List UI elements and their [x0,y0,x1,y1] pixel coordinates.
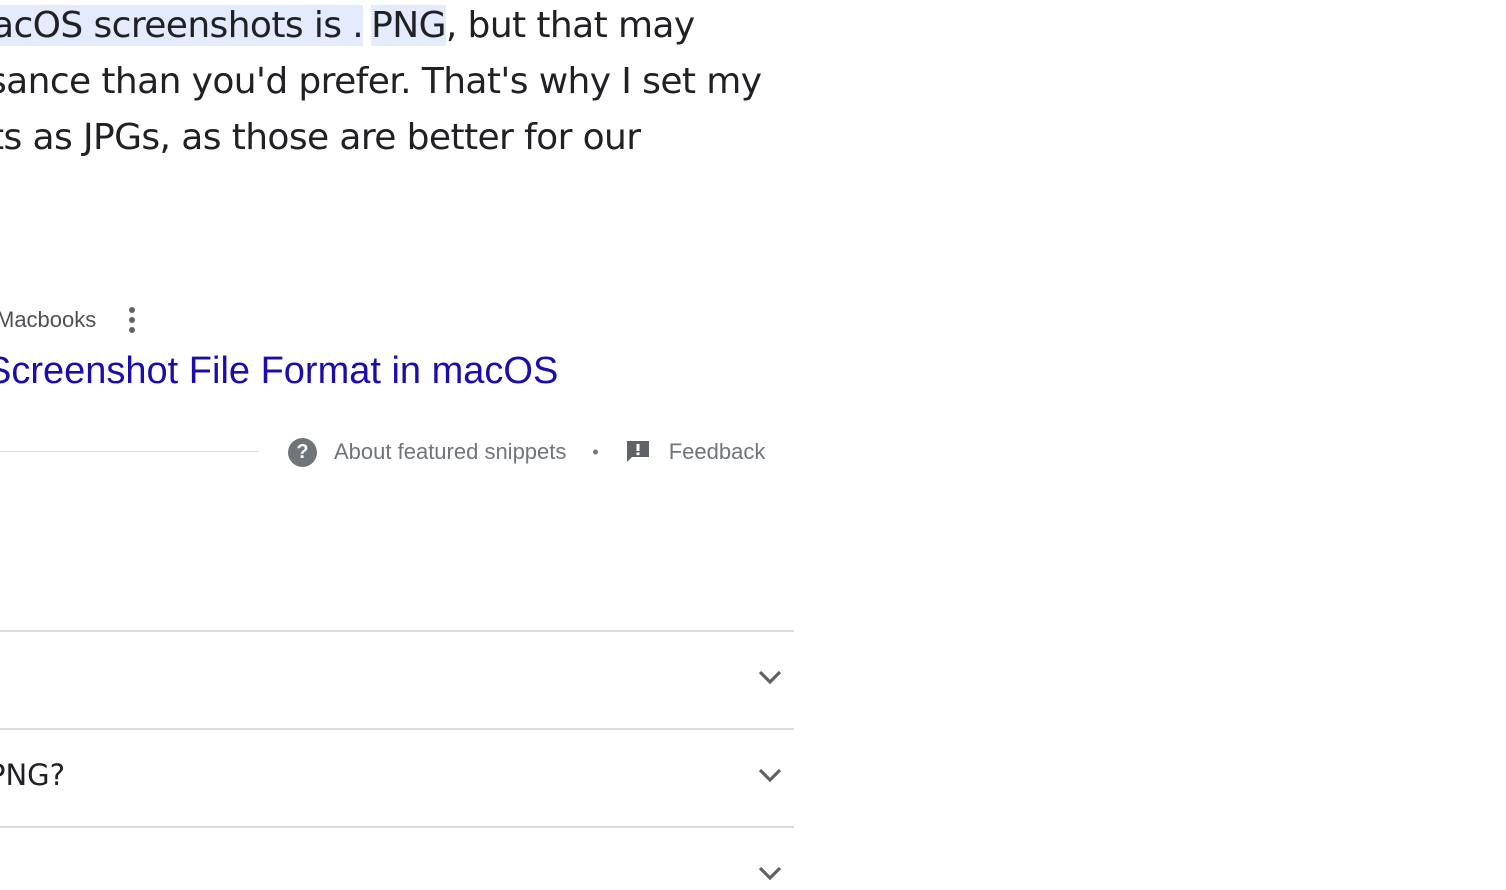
result-title-link[interactable]: Screenshot File Format in macOS [0,350,558,393]
source-name[interactable]: Macbooks [0,307,96,333]
related-question-2[interactable]: PNG? [0,728,794,825]
result-source: Macbooks [0,300,142,340]
snippet-line-1-rest: , but that may [445,5,695,46]
snippet-footer: ? About featured snippets • Feedback [288,436,765,468]
about-featured-snippets-link[interactable]: About featured snippets [334,439,566,465]
help-icon[interactable]: ? [288,437,317,467]
feedback-icon[interactable] [625,440,651,464]
snippet-highlight-2: PNG [371,5,446,46]
snippet-line-2: sance than you'd prefer. That's why I se… [0,61,762,102]
snippet-line-1: acOS screenshots is . PNG, but that may [0,0,695,54]
chevron-down-icon[interactable] [758,768,782,784]
featured-snippet-text: acOS screenshots is . PNG, but that may s… [0,0,800,170]
related-question-1[interactable] [0,630,794,727]
separator-dot: • [592,441,599,462]
chevron-down-icon[interactable] [758,670,782,686]
chevron-down-icon[interactable] [758,866,782,882]
related-question-text: PNG? [0,758,66,792]
snippet-footer-divider [0,451,259,452]
related-question-3[interactable] [0,826,794,890]
snippet-line-3: ts as JPGs, as those are better for our [0,117,641,158]
snippet-highlight-1: acOS screenshots is . [0,5,364,46]
feedback-link[interactable]: Feedback [669,439,766,465]
more-vert-icon[interactable] [122,302,142,338]
